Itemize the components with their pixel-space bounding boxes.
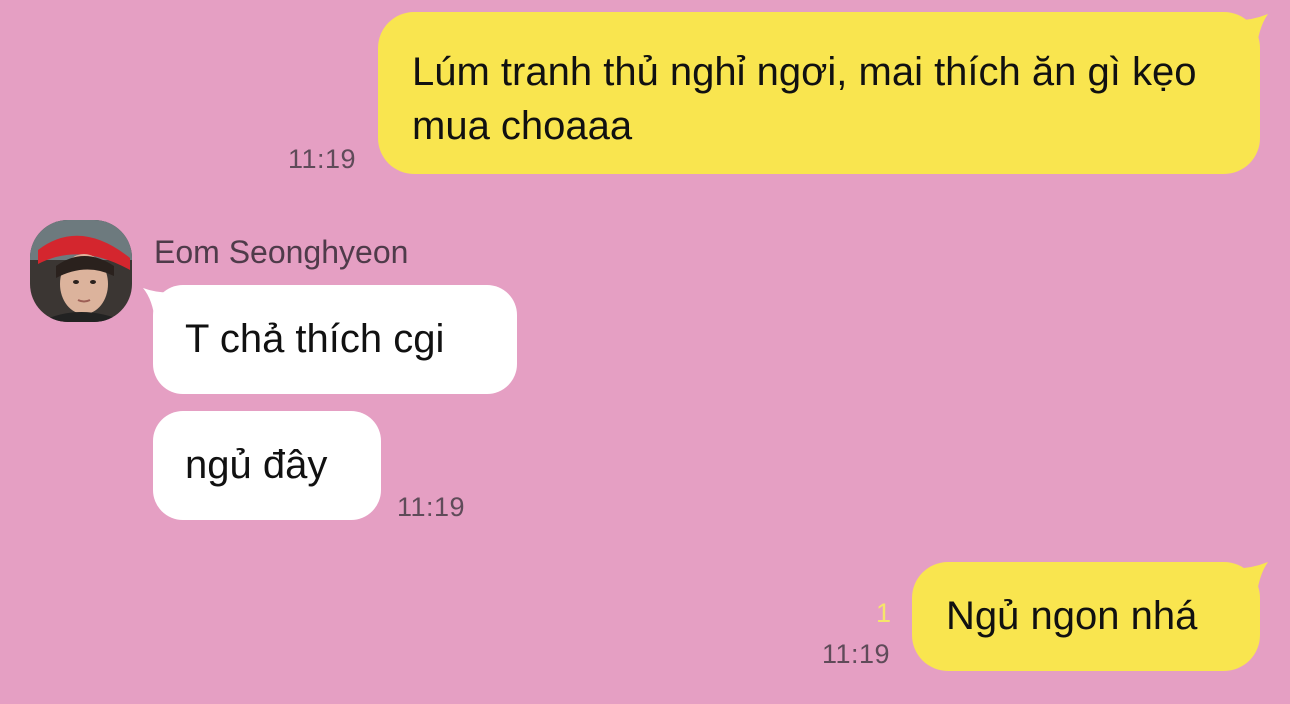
message-text: Ngủ ngon nhá	[946, 594, 1198, 638]
avatar[interactable]	[30, 220, 132, 322]
message-timestamp: 11:19	[822, 639, 891, 669]
message-timestamp: 11:19	[397, 492, 466, 522]
message-text: T chả thích cgi	[185, 317, 445, 361]
unread-count: 1	[876, 598, 892, 628]
sender-name: Eom Seonghyeon	[154, 234, 409, 270]
message-bubble[interactable]: Ngủ ngon nhá	[912, 562, 1260, 671]
message-bubble[interactable]: ngủ đây	[153, 411, 381, 520]
message-text: ngủ đây	[185, 443, 328, 487]
message-bubble[interactable]: Lúm tranh thủ nghỉ ngơi, mai thích ăn gì…	[378, 12, 1260, 174]
message-timestamp: 11:19	[288, 144, 357, 174]
message-text: Lúm tranh thủ nghỉ ngơi, mai thích ăn gì…	[412, 50, 1197, 148]
profile-photo-icon	[30, 220, 132, 322]
message-bubble[interactable]: T chả thích cgi	[153, 285, 517, 394]
